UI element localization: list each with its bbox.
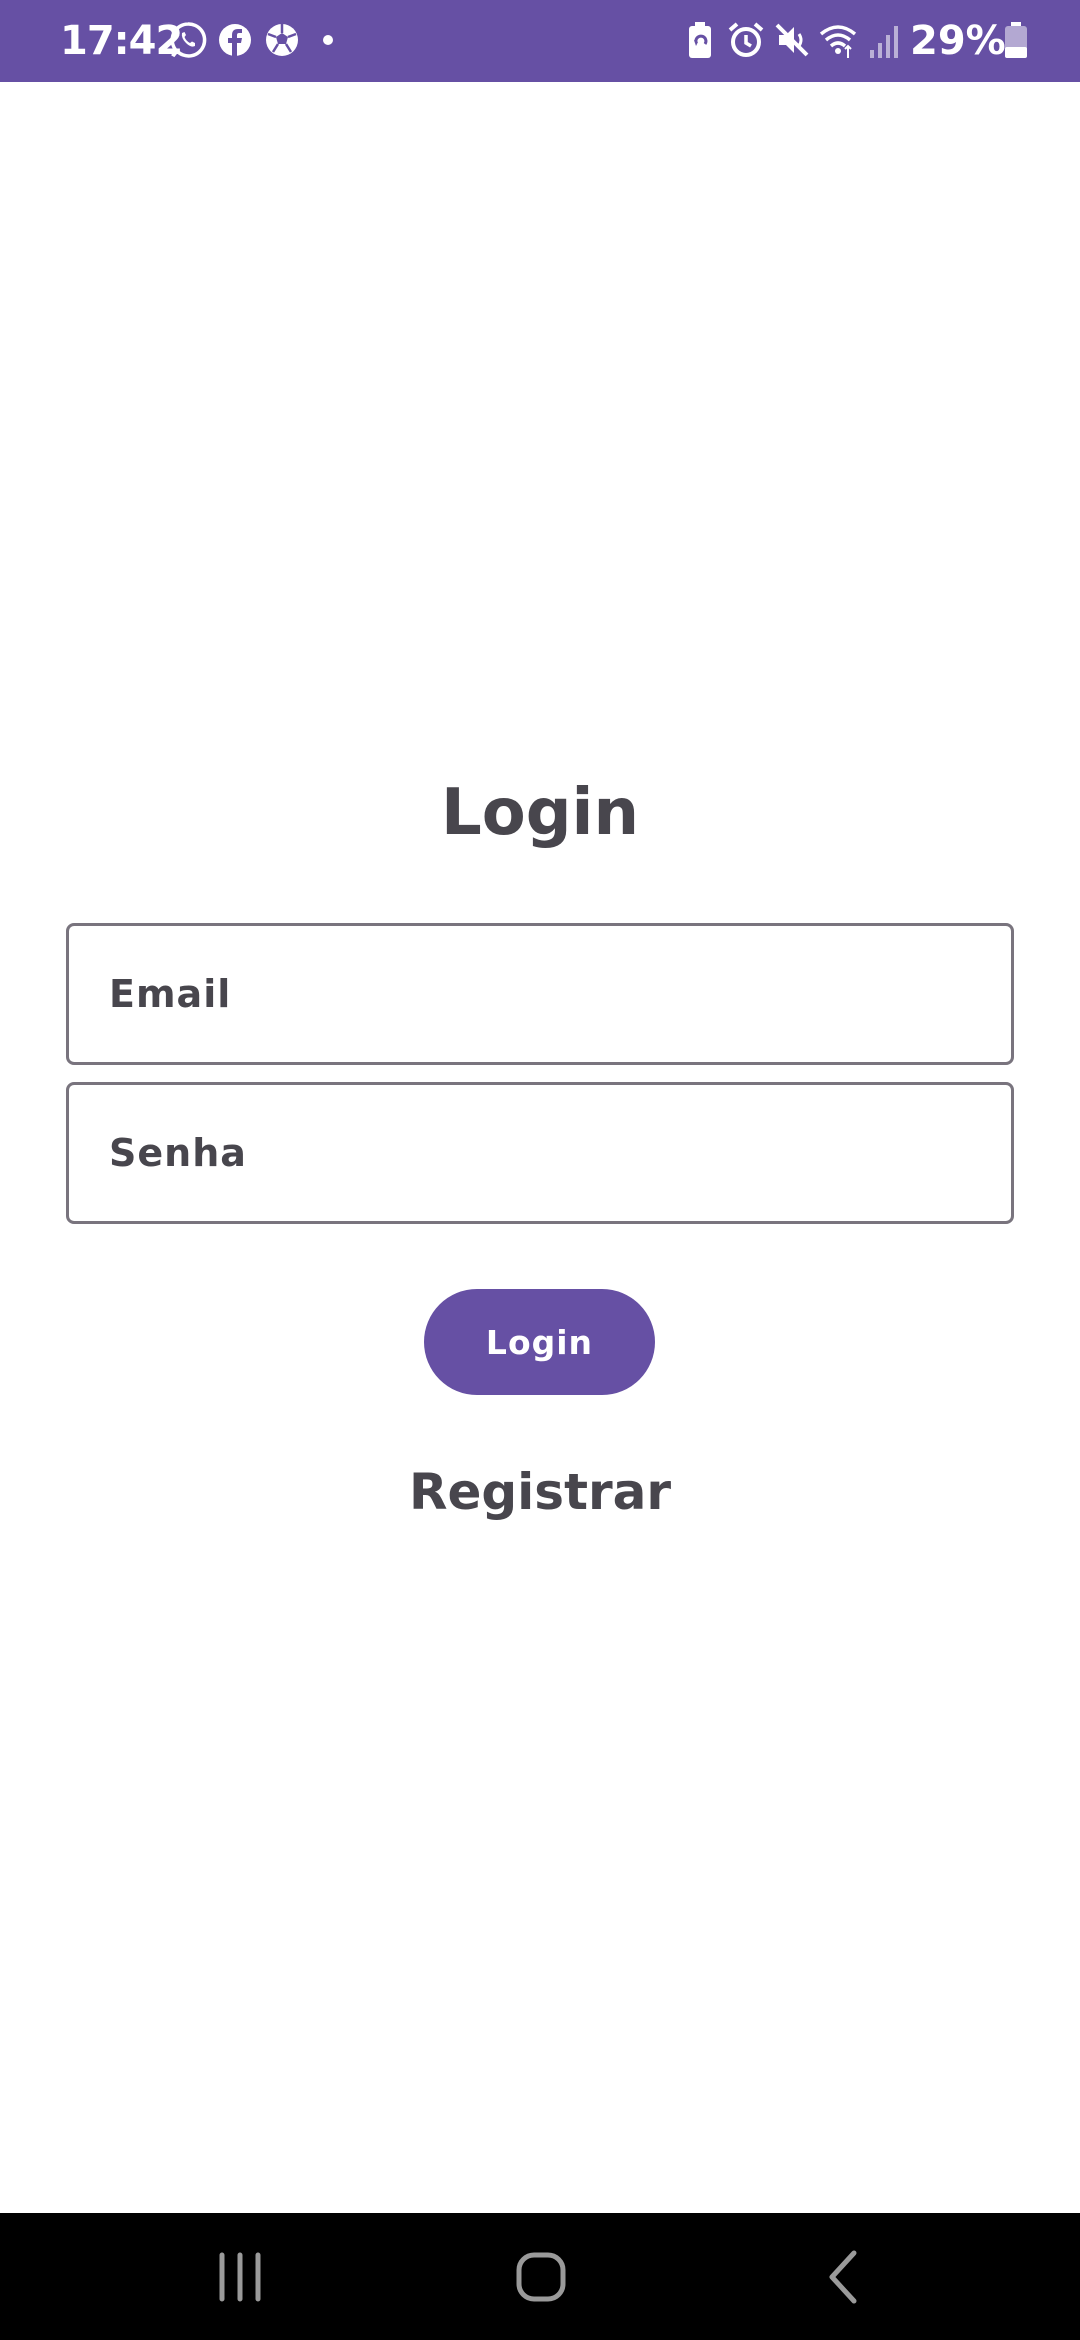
facebook-icon xyxy=(219,24,251,56)
mute-icon xyxy=(775,23,809,57)
signal-icon xyxy=(870,26,898,58)
navigation-bar xyxy=(0,2213,1080,2340)
battery-saver-icon xyxy=(689,22,711,58)
soccer-ball-icon xyxy=(266,24,298,56)
recent-apps-icon[interactable] xyxy=(198,2235,282,2319)
dot-icon xyxy=(323,35,333,45)
email-field[interactable] xyxy=(66,923,1014,1065)
whatsapp-icon xyxy=(170,22,207,58)
alarm-icon xyxy=(728,22,764,57)
register-link[interactable]: Registrar xyxy=(0,1452,1080,1532)
password-input[interactable] xyxy=(69,1085,1011,1221)
status-time: 17:42 xyxy=(60,18,183,64)
status-bar: 17:42 29% xyxy=(0,0,1080,82)
email-input[interactable] xyxy=(69,926,1011,1062)
page-title: Login xyxy=(440,776,640,850)
back-icon[interactable] xyxy=(802,2235,886,2319)
battery-percentage: 29% xyxy=(910,18,1006,64)
battery-icon xyxy=(1005,22,1027,58)
login-button[interactable]: Login xyxy=(424,1289,655,1395)
wifi-icon xyxy=(819,25,857,58)
home-icon[interactable] xyxy=(499,2235,583,2319)
password-field[interactable] xyxy=(66,1082,1014,1224)
